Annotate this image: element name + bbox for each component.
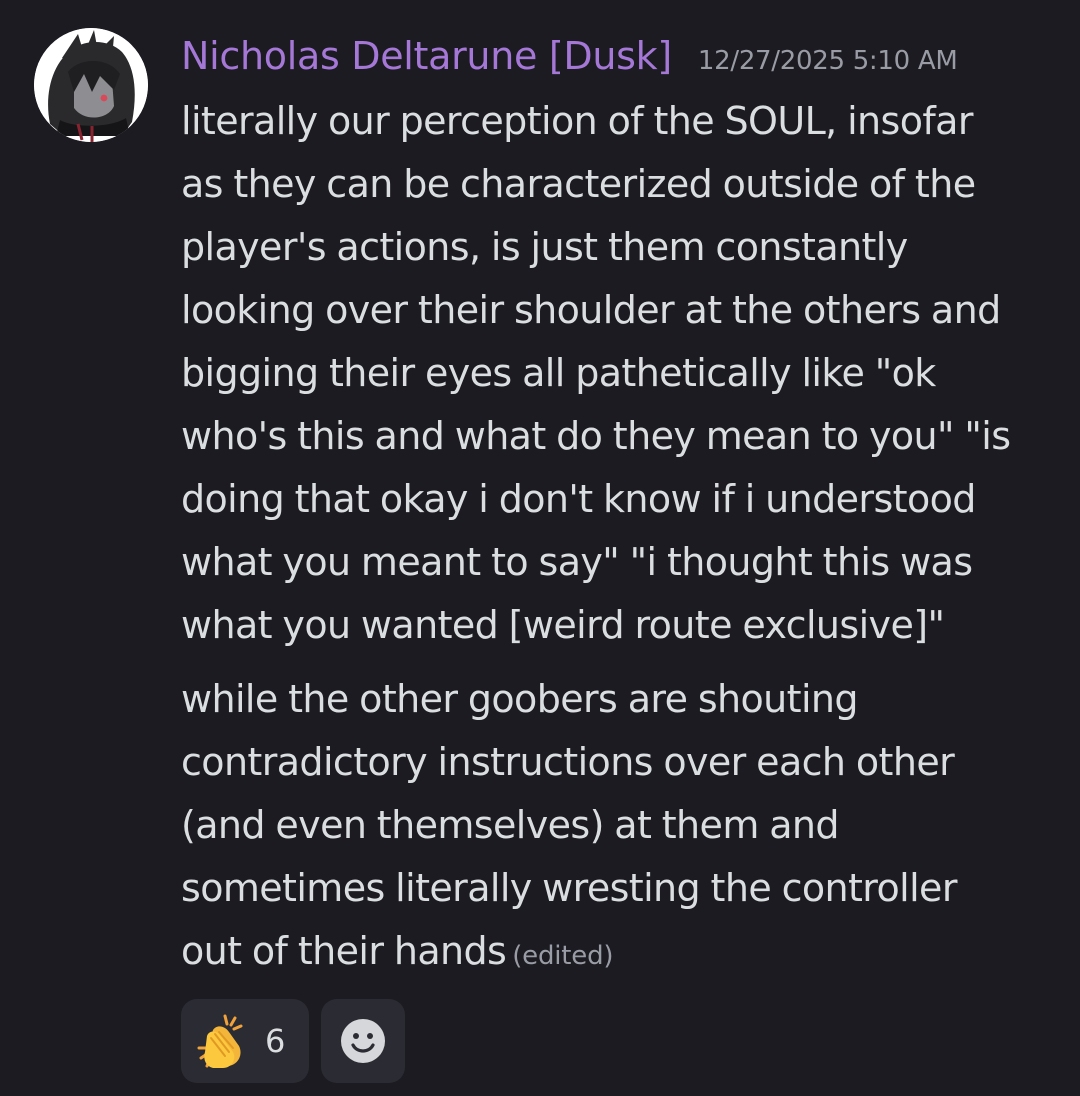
author-name[interactable]: Nicholas Deltarune [Dusk] <box>181 34 672 78</box>
add-reaction-smiley-icon <box>341 1019 385 1063</box>
message-content: Nicholas Deltarune [Dusk] 12/27/2025 5:1… <box>181 34 1051 988</box>
message-line: what you wanted [weird route exclusive]" <box>181 603 945 647</box>
reactions-bar: 6 <box>181 999 405 1083</box>
avatar-image <box>34 28 148 142</box>
edited-label: (edited) <box>512 941 614 971</box>
message-line: looking over their shoulder at the other… <box>181 288 1001 332</box>
message-line: (and even themselves) at them and <box>181 803 840 847</box>
message-line: literally our perception of the SOUL, in… <box>181 99 973 143</box>
message-line: bigging their eyes all pathetically like… <box>181 351 936 395</box>
message-line: contradictory instructions over each oth… <box>181 740 955 784</box>
message-line: doing that okay i don't know if i unders… <box>181 477 976 521</box>
message-line: what you meant to say" "i thought this w… <box>181 540 973 584</box>
message-timestamp[interactable]: 12/27/2025 5:10 AM <box>698 46 958 76</box>
message-line: who's this and what do they mean to you"… <box>181 414 1011 458</box>
message-line: as they can be characterized outside of … <box>181 162 976 206</box>
reaction-clap-button[interactable]: 6 <box>181 999 309 1083</box>
message-line: player's actions, is just them constantl… <box>181 225 908 269</box>
message-line: sometimes literally wresting the control… <box>181 866 957 910</box>
avatar[interactable] <box>34 28 148 142</box>
add-reaction-button[interactable] <box>321 999 405 1083</box>
message-line: while the other goobers are shouting <box>181 677 859 721</box>
message-paragraph-2: while the other goobers are shouting con… <box>181 668 1051 988</box>
clapping-hands-icon <box>197 1014 243 1068</box>
message-line-text: out of their hands <box>181 929 507 973</box>
message-header: Nicholas Deltarune [Dusk] 12/27/2025 5:1… <box>181 34 1051 90</box>
message-paragraph-1: literally our perception of the SOUL, in… <box>181 90 1051 657</box>
reaction-count: 6 <box>265 1022 286 1060</box>
message-last-line: out of their hands (edited) <box>181 920 1051 988</box>
